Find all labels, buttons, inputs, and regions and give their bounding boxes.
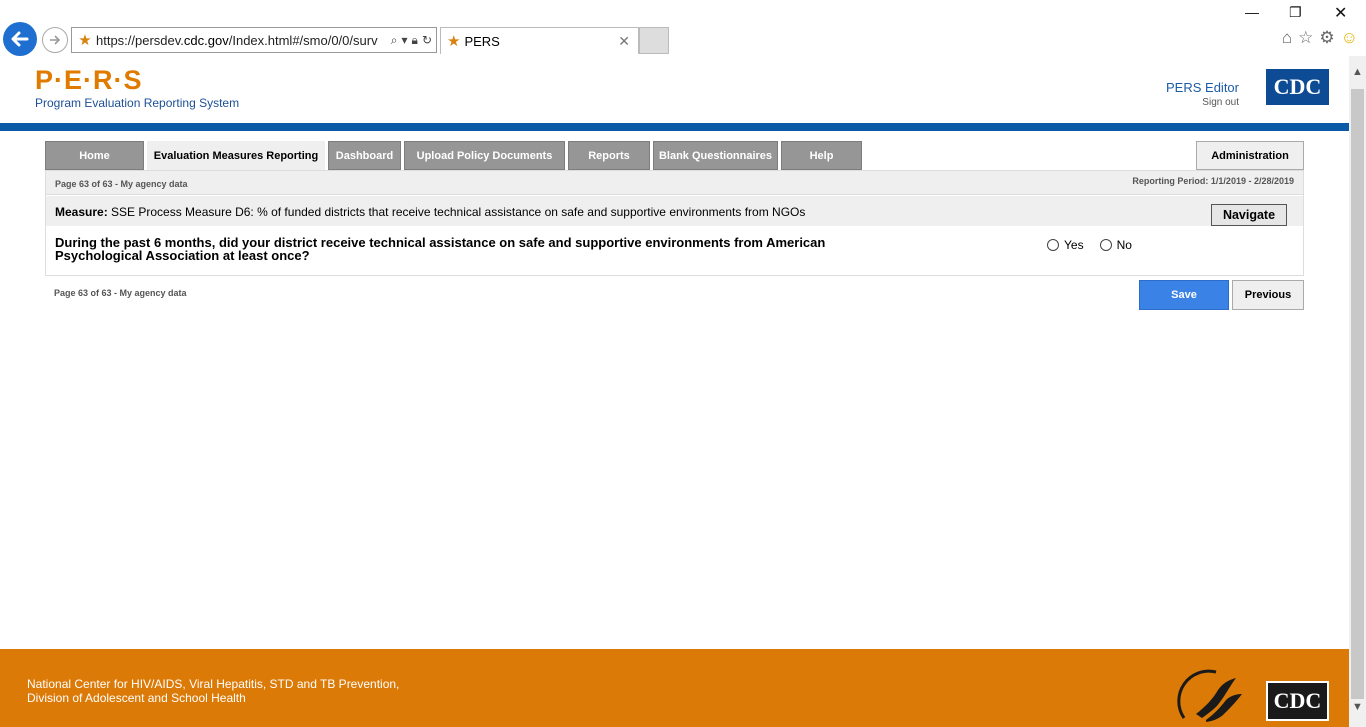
- favorites-star-icon[interactable]: ☆: [1298, 28, 1313, 48]
- tab-title: PERS: [464, 33, 500, 49]
- sign-out-link[interactable]: Sign out: [1166, 97, 1239, 108]
- nav-reports[interactable]: Reports: [568, 141, 650, 170]
- refresh-icon[interactable]: ↻: [422, 33, 432, 48]
- footer-line-2: Division of Adolescent and School Health: [27, 691, 246, 705]
- browser-tab[interactable]: ★ PERS ✕: [440, 27, 639, 54]
- save-button[interactable]: Save: [1139, 280, 1229, 310]
- footer-line-1: National Center for HIV/AIDS, Viral Hepa…: [27, 677, 400, 691]
- browser-chrome: ★ https://persdev.cdc.gov/Index.html#/sm…: [0, 0, 1366, 56]
- nav-help[interactable]: Help: [781, 141, 862, 170]
- page-info-bottom: Page 63 of 63 - My agency data: [54, 288, 187, 298]
- site-header: P·E·R·S Program Evaluation Reporting Sys…: [0, 56, 1349, 122]
- nav-dashboard[interactable]: Dashboard: [328, 141, 401, 170]
- navigate-button[interactable]: Navigate: [1211, 204, 1287, 226]
- page-info: Page 63 of 63 - My agency data: [55, 179, 188, 189]
- search-icon[interactable]: ⌕: [391, 33, 398, 48]
- minimize-icon[interactable]: —: [1245, 4, 1259, 20]
- nav-upload-policy-documents[interactable]: Upload Policy Documents: [404, 141, 565, 170]
- measure-text: Measure: SSE Process Measure D6: % of fu…: [55, 205, 806, 219]
- home-icon[interactable]: ⌂: [1282, 28, 1292, 48]
- close-window-icon[interactable]: ✕: [1334, 3, 1347, 23]
- arrow-left-icon: [11, 31, 29, 47]
- cdc-footer-logo: CDC: [1266, 681, 1329, 721]
- address-bar[interactable]: ★ https://persdev.cdc.gov/Index.html#/sm…: [71, 27, 437, 53]
- radio-yes[interactable]: [1047, 239, 1059, 251]
- radio-no[interactable]: [1099, 239, 1112, 251]
- dropdown-icon[interactable]: ▾: [402, 33, 408, 48]
- vertical-scrollbar[interactable]: ▲ ▼: [1349, 56, 1366, 727]
- back-button[interactable]: [3, 22, 37, 56]
- forward-button[interactable]: [42, 27, 68, 53]
- address-url[interactable]: https://persdev.cdc.gov/Index.html#/smo/…: [96, 33, 391, 48]
- lock-icon[interactable]: 🔒︎: [412, 33, 418, 48]
- panel-info-row: Page 63 of 63 - My agency data Reporting…: [46, 171, 1303, 195]
- hhs-seal-icon: [1177, 669, 1242, 722]
- header-divider: [0, 123, 1349, 131]
- tab-star-icon: ★: [447, 33, 461, 50]
- gear-icon[interactable]: ⚙: [1319, 28, 1334, 48]
- favicon-star-icon: ★: [78, 32, 92, 49]
- restore-icon[interactable]: ❐: [1289, 4, 1302, 21]
- nav-evaluation-measures-reporting[interactable]: Evaluation Measures Reporting: [147, 141, 325, 170]
- reporting-period: Reporting Period: 1/1/2019 - 2/28/2019: [1132, 176, 1294, 186]
- tab-close-icon[interactable]: ✕: [618, 33, 630, 50]
- radio-yes-label[interactable]: Yes: [1064, 238, 1084, 252]
- pers-logo-text: P·E·R·S: [35, 65, 143, 95]
- footer-text: National Center for HIV/AIDS, Viral Hepa…: [27, 677, 399, 705]
- administration-button[interactable]: Administration: [1196, 141, 1304, 170]
- nav-blank-questionnaires[interactable]: Blank Questionnaires: [653, 141, 778, 170]
- pers-logo[interactable]: P·E·R·S Program Evaluation Reporting Sys…: [35, 66, 239, 110]
- feedback-smiley-icon[interactable]: ☺: [1341, 28, 1358, 48]
- user-name: PERS Editor: [1166, 80, 1239, 95]
- scroll-down-icon[interactable]: ▼: [1352, 701, 1363, 713]
- question-text: During the past 6 months, did your distr…: [55, 235, 826, 263]
- page: P·E·R·S Program Evaluation Reporting Sys…: [0, 56, 1349, 727]
- main-nav: Home Evaluation Measures Reporting Dashb…: [45, 141, 865, 171]
- measure-row: Measure: SSE Process Measure D6: % of fu…: [46, 196, 1303, 226]
- nav-home[interactable]: Home: [45, 141, 144, 170]
- site-footer: National Center for HIV/AIDS, Viral Hepa…: [0, 649, 1349, 727]
- user-area: PERS Editor Sign out: [1166, 80, 1239, 108]
- new-tab-button[interactable]: [639, 27, 669, 54]
- previous-button[interactable]: Previous: [1232, 280, 1304, 310]
- answer-options: Yes No: [1047, 238, 1144, 252]
- question-panel: Page 63 of 63 - My agency data Reporting…: [45, 170, 1304, 276]
- cdc-logo: CDC: [1266, 69, 1329, 105]
- scroll-up-icon[interactable]: ▲: [1352, 66, 1363, 78]
- radio-no-label[interactable]: No: [1117, 238, 1132, 252]
- scrollbar-thumb[interactable]: [1351, 89, 1364, 699]
- site-subtitle: Program Evaluation Reporting System: [35, 96, 240, 110]
- arrow-right-icon: [50, 35, 61, 45]
